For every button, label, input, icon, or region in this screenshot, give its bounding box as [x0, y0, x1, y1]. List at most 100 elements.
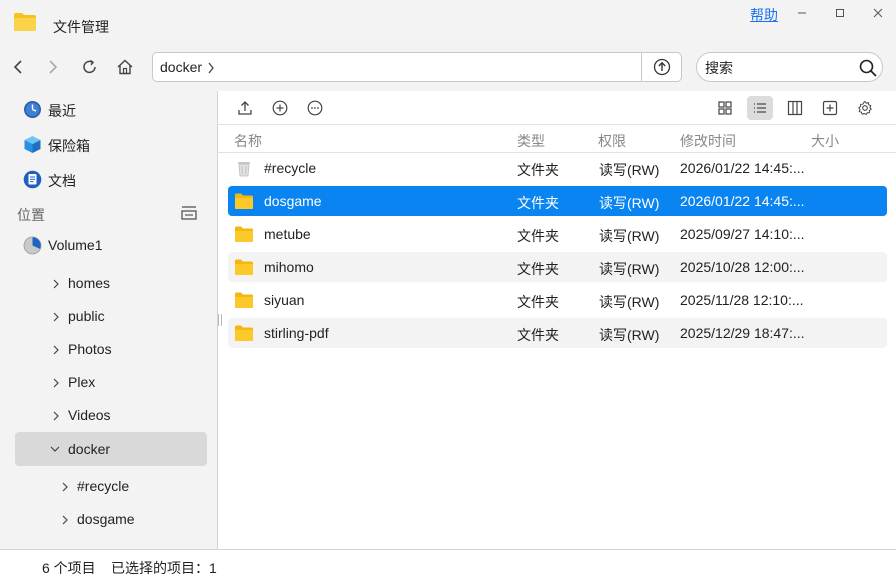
- column-header-name[interactable]: 名称: [234, 131, 262, 151]
- column-view-icon: [787, 100, 803, 116]
- chevron-right-icon[interactable]: [60, 515, 70, 525]
- sidebar-item-recent[interactable]: 最近: [0, 92, 217, 125]
- upload-button[interactable]: [641, 53, 681, 81]
- circle-arrow-up-icon: [653, 58, 670, 76]
- settings-button[interactable]: [852, 96, 878, 120]
- collapse-all-icon[interactable]: [180, 205, 198, 221]
- list-view-button[interactable]: [747, 96, 773, 120]
- new-folder-button[interactable]: [817, 96, 843, 120]
- vault-cube-icon: [24, 136, 41, 153]
- file-type: 文件夹: [517, 162, 559, 178]
- file-row-recycle[interactable]: #recycle 文件夹 读写(RW) 2026/01/22 14:45:...: [228, 153, 887, 183]
- file-permission: 读写(RW): [599, 228, 660, 244]
- chevron-right-icon[interactable]: [51, 312, 61, 322]
- pane-splitter-handle[interactable]: [218, 314, 222, 326]
- file-toolbar: [218, 91, 896, 125]
- tree-item-label: Photos: [68, 341, 112, 357]
- file-type: 文件夹: [517, 261, 559, 277]
- maximize-icon: [836, 9, 844, 17]
- path-segment-docker[interactable]: docker: [160, 59, 202, 75]
- tree-item-homes[interactable]: homes: [0, 267, 217, 300]
- close-button[interactable]: [864, 2, 892, 24]
- selected-count: 已选择的项目：1: [111, 560, 217, 576]
- tree-item-label: dosgame: [77, 511, 135, 527]
- search-icon[interactable]: [858, 58, 878, 78]
- chevron-right-icon: [49, 60, 58, 74]
- folder-icon: [235, 193, 253, 209]
- tree-item-label: docker: [68, 441, 111, 457]
- folder-icon: [235, 325, 253, 341]
- file-modified: 2025/11/28 12:10:...: [680, 292, 804, 308]
- file-row-metube[interactable]: metube 文件夹 读写(RW) 2025/09/27 14:10:...: [228, 219, 887, 249]
- back-button[interactable]: [6, 55, 30, 79]
- folder-icon: [235, 292, 253, 308]
- item-count: 6 个项目: [42, 560, 96, 576]
- refresh-icon: [83, 59, 96, 74]
- file-modified: 2025/10/28 12:00:...: [680, 259, 805, 275]
- forward-button[interactable]: [41, 55, 65, 79]
- file-type: 文件夹: [517, 228, 559, 244]
- file-row-mihomo[interactable]: mihomo 文件夹 读写(RW) 2025/10/28 12:00:...: [228, 252, 887, 282]
- sidebar: 最近 保险箱 文档 位置 Volume1 homes public Photos…: [0, 91, 218, 549]
- maximize-button[interactable]: [826, 2, 854, 24]
- locations-section-label: 位置: [17, 207, 45, 223]
- sidebar-item-label: 文档: [48, 173, 76, 189]
- tree-item-dosgame[interactable]: dosgame: [0, 503, 217, 536]
- file-permission: 读写(RW): [599, 195, 660, 211]
- file-modified: 2025/09/27 14:10:...: [680, 226, 805, 242]
- upload-file-button[interactable]: [232, 96, 258, 120]
- tree-item-plex[interactable]: Plex: [0, 366, 217, 399]
- refresh-button[interactable]: [78, 55, 102, 79]
- tree-item-photos[interactable]: Photos: [0, 333, 217, 366]
- window-title: 文件管理: [53, 19, 109, 35]
- tree-item-label: Videos: [68, 407, 111, 423]
- tree-item-videos[interactable]: Videos: [0, 399, 217, 432]
- file-name: siyuan: [264, 292, 305, 308]
- column-view-button[interactable]: [782, 96, 808, 120]
- tree-item-recycle[interactable]: #recycle: [0, 470, 217, 503]
- list-view-icon: [754, 103, 766, 113]
- chevron-right-icon[interactable]: [60, 482, 70, 492]
- sidebar-item-volume1[interactable]: Volume1: [0, 228, 217, 261]
- more-horizontal-icon: [307, 100, 323, 116]
- tree-item-docker[interactable]: docker: [15, 432, 207, 466]
- home-button[interactable]: [113, 55, 137, 79]
- file-permission: 读写(RW): [599, 162, 660, 178]
- home-icon: [117, 59, 133, 75]
- folder-app-icon: [14, 13, 36, 31]
- chevron-right-icon[interactable]: [51, 279, 61, 289]
- sidebar-item-label: 保险箱: [48, 138, 90, 154]
- sidebar-item-vault[interactable]: 保险箱: [0, 127, 217, 160]
- file-row-dosgame[interactable]: dosgame 文件夹 读写(RW) 2026/01/22 14:45:...: [228, 186, 887, 216]
- search-box[interactable]: [696, 52, 883, 82]
- more-actions-button[interactable]: [302, 96, 328, 120]
- file-row-siyuan[interactable]: siyuan 文件夹 读写(RW) 2025/11/28 12:10:...: [228, 285, 887, 315]
- tree-item-label: #recycle: [77, 478, 130, 494]
- column-header-modified[interactable]: 修改时间: [680, 131, 736, 151]
- file-list-header: 名称 类型 权限 修改时间 大小: [218, 125, 896, 153]
- chevron-right-icon[interactable]: [51, 411, 61, 421]
- column-header-type[interactable]: 类型: [517, 131, 545, 151]
- minimize-button[interactable]: [788, 2, 816, 24]
- file-permission: 读写(RW): [599, 261, 660, 277]
- folder-icon: [235, 259, 253, 275]
- grid-view-icon: [718, 101, 732, 115]
- column-header-permission[interactable]: 权限: [598, 131, 626, 151]
- chevron-right-icon[interactable]: [51, 345, 61, 355]
- file-name: metube: [264, 226, 311, 242]
- chevron-right-icon[interactable]: [51, 378, 61, 388]
- chevron-down-icon[interactable]: [50, 444, 60, 454]
- tree-item-public[interactable]: public: [0, 300, 217, 333]
- sidebar-item-documents[interactable]: 文档: [0, 162, 217, 195]
- search-input[interactable]: [705, 58, 845, 78]
- new-item-button[interactable]: [267, 96, 293, 120]
- help-link[interactable]: 帮助: [750, 5, 778, 25]
- navigation-bar: docker: [0, 44, 896, 91]
- path-bar[interactable]: docker: [152, 52, 682, 82]
- upload-icon: [238, 101, 252, 115]
- sidebar-item-label: Volume1: [48, 237, 103, 253]
- grid-view-button[interactable]: [712, 96, 738, 120]
- file-type: 文件夹: [517, 327, 559, 343]
- column-header-size[interactable]: 大小: [811, 131, 839, 151]
- file-row-stirling-pdf[interactable]: stirling-pdf 文件夹 读写(RW) 2025/12/29 18:47…: [228, 318, 887, 348]
